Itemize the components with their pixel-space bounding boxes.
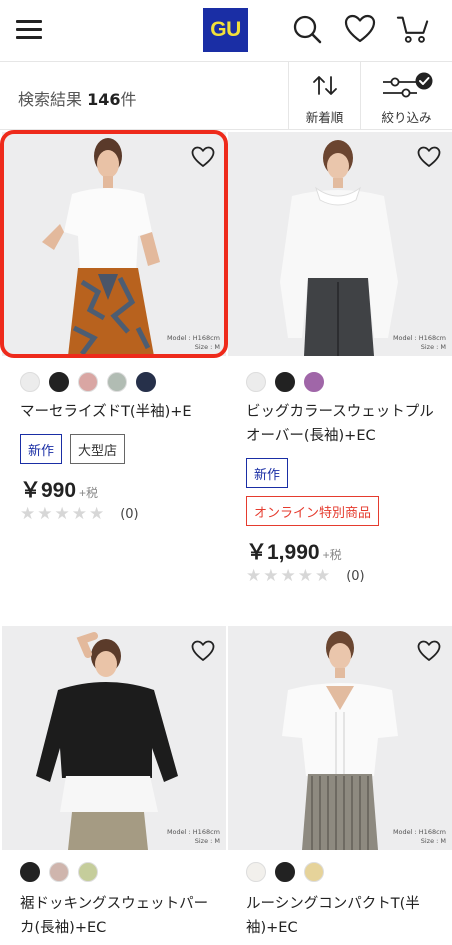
- model-height: Model : H168cm: [166, 828, 220, 836]
- color-swatch[interactable]: [107, 372, 127, 392]
- logo-text: GU: [210, 18, 241, 41]
- favorite-heart-icon[interactable]: [416, 638, 442, 664]
- product-card[interactable]: Model : H168cm Size : M マーセライズドT(半袖)+E 新…: [0, 130, 228, 602]
- color-swatch[interactable]: [304, 372, 324, 392]
- model-height: Model : H168cm: [392, 334, 446, 342]
- favorite-heart-icon[interactable]: [190, 638, 216, 664]
- model-note: Model : H168cm Size : M: [393, 828, 446, 846]
- product-image[interactable]: Model : H168cm Size : M: [2, 132, 226, 356]
- cart-icon[interactable]: [396, 12, 430, 46]
- result-bar: 検索結果 146件 新着順 絞り込み: [0, 62, 452, 130]
- color-swatches: [246, 372, 324, 392]
- price-value: ￥1,990: [246, 541, 320, 564]
- favorites-heart-icon[interactable]: [343, 12, 377, 46]
- gu-logo[interactable]: GU: [203, 8, 248, 52]
- new-tag: 新作: [246, 458, 289, 488]
- model-size: Size : M: [420, 837, 446, 845]
- product-card[interactable]: Model : H168cm Size : M ルーシングコンパクトT(半袖)+…: [228, 626, 452, 945]
- model-size: Size : M: [194, 343, 220, 351]
- rating-stars-icon: ★★★★★: [20, 504, 107, 524]
- sort-arrows-icon: [312, 76, 337, 95]
- sort-label: 新着順: [305, 110, 344, 125]
- sort-button[interactable]: 新着順: [288, 62, 360, 130]
- search-icon[interactable]: [290, 12, 324, 46]
- product-price: ￥990 +税: [20, 474, 98, 504]
- tax-note: +税: [322, 548, 342, 562]
- model-note: Model : H168cm Size : M: [167, 828, 220, 846]
- color-swatches: [20, 372, 156, 392]
- result-unit: 件: [120, 90, 137, 109]
- product-name[interactable]: マーセライズドT(半袖)+E: [20, 400, 220, 424]
- filter-sliders-icon: [382, 72, 432, 98]
- large-store-tag: 大型店: [70, 434, 126, 464]
- product-image[interactable]: Model : H168cm Size : M: [228, 132, 452, 356]
- product-name[interactable]: 裾ドッキングスウェットパーカ(長袖)+EC: [20, 892, 220, 940]
- review-count: (0): [120, 506, 139, 522]
- color-swatches: [20, 862, 98, 882]
- color-swatch[interactable]: [49, 862, 69, 882]
- product-card[interactable]: Model : H168cm Size : M ビッグカラースウェットプルオーバ…: [228, 132, 452, 602]
- online-tags: オンライン特別商品: [246, 496, 380, 526]
- review-count: (0): [346, 568, 365, 584]
- menu-icon[interactable]: [16, 16, 44, 42]
- result-count: 検索結果 146件: [18, 86, 137, 110]
- header: GU: [0, 0, 452, 62]
- color-swatch[interactable]: [136, 372, 156, 392]
- result-number: 146: [87, 90, 121, 109]
- model-height: Model : H168cm: [392, 828, 446, 836]
- online-exclusive-tag: オンライン特別商品: [246, 496, 380, 526]
- product-price: ￥1,990 +税: [246, 536, 342, 566]
- favorite-heart-icon[interactable]: [190, 144, 216, 170]
- product-name[interactable]: ルーシングコンパクトT(半袖)+EC: [246, 892, 446, 940]
- model-height: Model : H168cm: [166, 334, 220, 342]
- product-rating: ★★★★★ (0): [20, 504, 139, 524]
- product-card[interactable]: Model : H168cm Size : M 裾ドッキングスウェットパーカ(長…: [2, 626, 226, 945]
- color-swatch[interactable]: [275, 372, 295, 392]
- product-name[interactable]: ビッグカラースウェットプルオーバー(長袖)+EC: [246, 400, 446, 448]
- color-swatch[interactable]: [275, 862, 295, 882]
- filter-button[interactable]: 絞り込み: [360, 62, 452, 130]
- color-swatch[interactable]: [246, 372, 266, 392]
- favorite-heart-icon[interactable]: [416, 144, 442, 170]
- color-swatch[interactable]: [246, 862, 266, 882]
- model-size: Size : M: [420, 343, 446, 351]
- product-tags: 新作: [246, 458, 289, 488]
- model-size: Size : M: [194, 837, 220, 845]
- filter-label: 絞り込み: [381, 110, 432, 125]
- model-note: Model : H168cm Size : M: [167, 334, 220, 352]
- color-swatch[interactable]: [20, 862, 40, 882]
- price-value: ￥990: [20, 479, 77, 502]
- color-swatches: [246, 862, 324, 882]
- rating-stars-icon: ★★★★★: [246, 566, 333, 586]
- color-swatch[interactable]: [20, 372, 40, 392]
- result-label: 検索結果: [18, 90, 83, 109]
- product-image[interactable]: Model : H168cm Size : M: [2, 626, 226, 850]
- color-swatch[interactable]: [78, 862, 98, 882]
- product-rating: ★★★★★ (0): [246, 566, 365, 586]
- color-swatch[interactable]: [49, 372, 69, 392]
- product-image[interactable]: Model : H168cm Size : M: [228, 626, 452, 850]
- product-tags: 新作 大型店: [20, 434, 126, 464]
- color-swatch[interactable]: [304, 862, 324, 882]
- tax-note: +税: [79, 486, 99, 500]
- model-note: Model : H168cm Size : M: [393, 334, 446, 352]
- color-swatch[interactable]: [78, 372, 98, 392]
- new-tag: 新作: [20, 434, 63, 464]
